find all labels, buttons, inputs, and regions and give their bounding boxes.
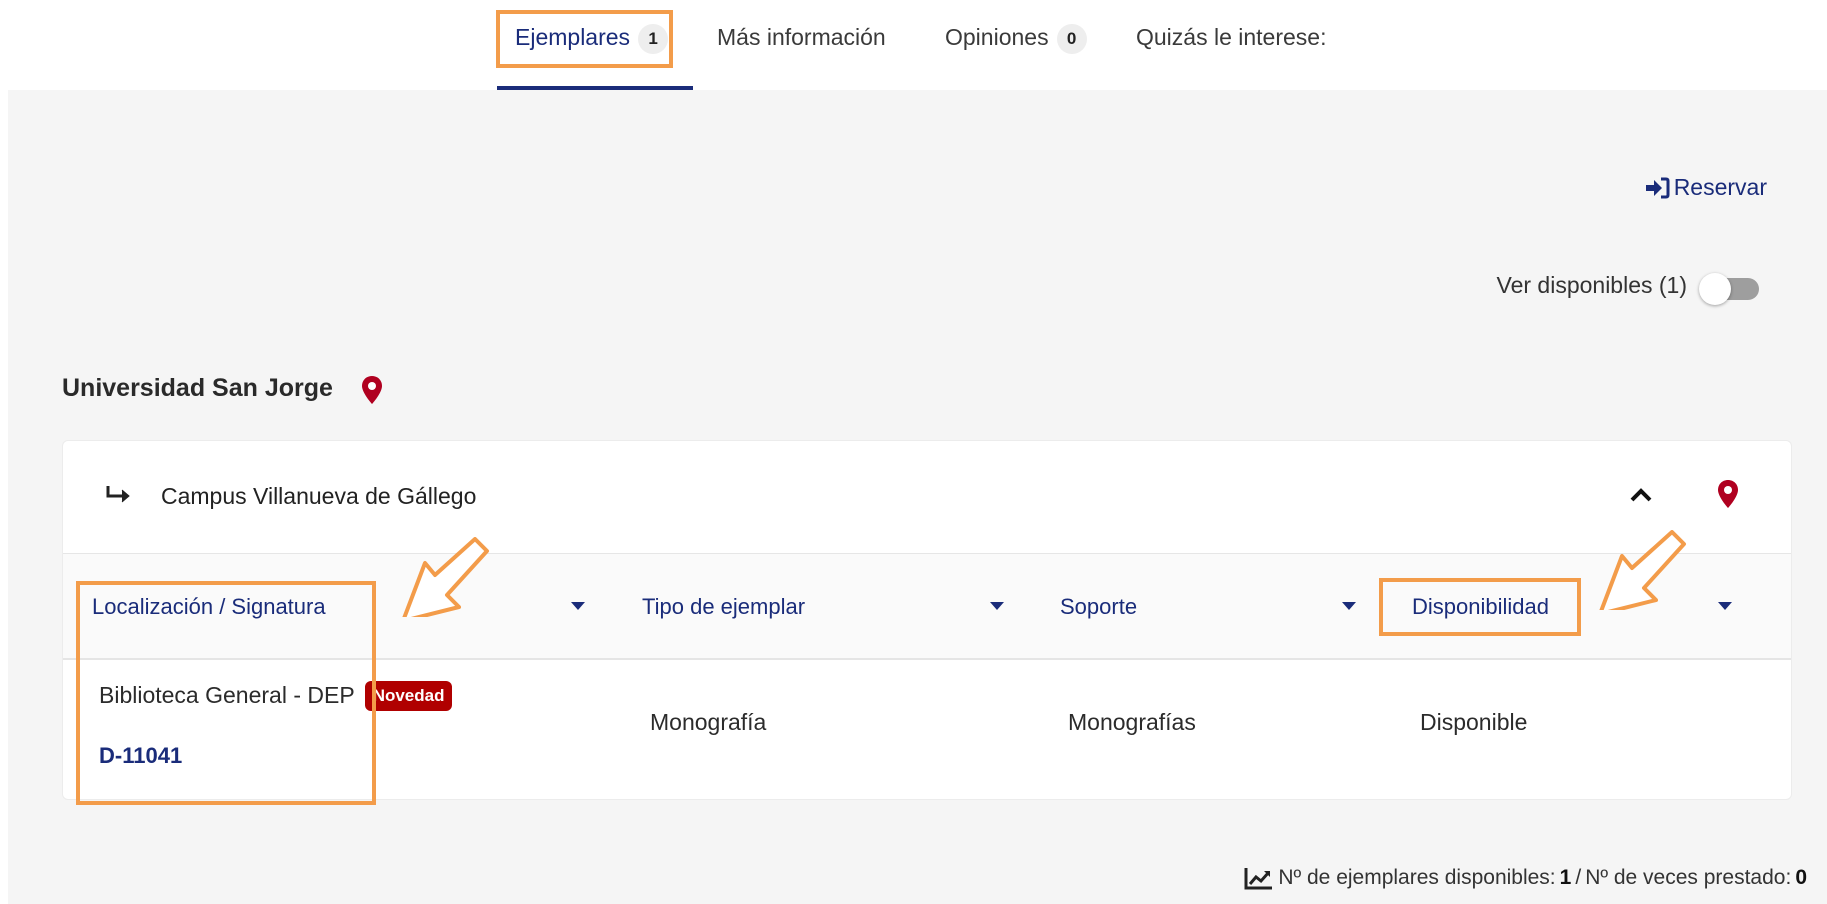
tabs-bar: Ejemplares 1 Más información Opiniones 0 Q…	[0, 0, 1827, 90]
support-cell: Monografías	[1068, 709, 1196, 735]
available-label: Nº de ejemplares disponibles:	[1278, 866, 1556, 889]
tab-label: Opiniones	[945, 24, 1049, 50]
campus-row[interactable]: Campus Villanueva de Gállego	[63, 441, 1791, 554]
reserve-button[interactable]: Reservar	[1644, 174, 1767, 201]
available-filter-toggle[interactable]	[1699, 273, 1763, 305]
novedad-badge: Novedad	[364, 681, 453, 711]
sort-caret-icon[interactable]	[571, 602, 585, 610]
map-pin-icon[interactable]	[1717, 479, 1739, 509]
availability-cell: Disponible	[1420, 709, 1528, 735]
toggle-knob	[1699, 273, 1731, 305]
chart-line-icon	[1244, 868, 1273, 890]
highlight-box-availability	[1379, 578, 1581, 636]
tab-mas-informacion[interactable]: Más información	[717, 20, 886, 54]
callout-arrow-icon	[1599, 530, 1686, 610]
tab-opiniones[interactable]: Opiniones 0	[945, 20, 1087, 54]
subdirectory-arrow-icon	[105, 481, 133, 513]
column-header-type[interactable]: Tipo de ejemplar	[642, 594, 805, 620]
loaned-count: 0	[1795, 866, 1807, 889]
organization-name: Universidad San Jorge	[62, 374, 333, 402]
available-count: 1	[1559, 866, 1572, 889]
tab-quizas-le-interese[interactable]: Quizás le interese:	[1136, 20, 1326, 54]
loan-stats: Nº de ejemplares disponibles: 1 / Nº de …	[1244, 866, 1807, 890]
tab-label: Más información	[717, 24, 886, 50]
highlight-box-tab	[496, 10, 673, 68]
campus-name: Campus Villanueva de Gállego	[161, 483, 477, 509]
sort-caret-icon[interactable]	[1718, 602, 1732, 610]
reserve-label: Reservar	[1673, 174, 1767, 200]
callout-arrow-icon	[402, 537, 489, 617]
tab-label: Quizás le interese:	[1136, 24, 1327, 50]
chevron-up-icon[interactable]	[1628, 483, 1654, 505]
tab-badge: 0	[1056, 23, 1087, 54]
loaned-label: Nº de veces prestado:	[1585, 866, 1792, 889]
available-filter-label: Ver disponibles (1)	[1496, 272, 1688, 298]
map-pin-icon[interactable]	[361, 375, 383, 405]
type-cell: Monografía	[650, 709, 767, 735]
highlight-box-location	[76, 581, 376, 805]
column-header-support[interactable]: Soporte	[1060, 594, 1137, 620]
sign-in-icon	[1645, 177, 1670, 198]
sort-caret-icon[interactable]	[990, 602, 1004, 610]
separator: /	[1575, 866, 1582, 889]
sort-caret-icon[interactable]	[1342, 602, 1356, 610]
